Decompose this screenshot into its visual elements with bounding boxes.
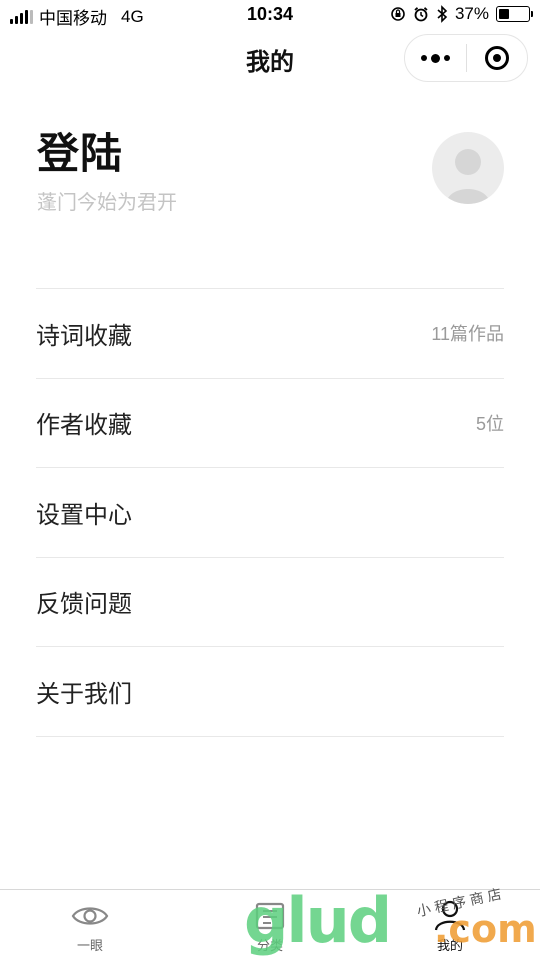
tab-mine[interactable]: 我的: [360, 890, 540, 960]
avatar[interactable]: [432, 132, 504, 204]
menu-item-label: 关于我们: [36, 680, 132, 708]
more-dot: [444, 55, 450, 61]
status-bar: 中国移动 4G 10:34 37%: [0, 0, 540, 30]
tab-label: 分类: [256, 938, 283, 953]
menu-item-about[interactable]: 关于我们: [36, 647, 504, 737]
tab-label: 一眼: [76, 938, 103, 953]
person-icon: [434, 900, 466, 931]
more-button[interactable]: [405, 35, 466, 81]
menu-item-poem-favorites[interactable]: 诗词收藏 11篇作品: [36, 289, 504, 379]
menu-list: 诗词收藏 11篇作品 作者收藏 5位 设置中心 反馈问题 关于我们: [36, 288, 504, 737]
battery-fill: [499, 9, 510, 19]
menu-item-author-favorites[interactable]: 作者收藏 5位: [36, 379, 504, 468]
more-dot: [431, 53, 440, 63]
tab-glance[interactable]: 一眼: [0, 890, 180, 960]
status-right: 37%: [390, 4, 533, 24]
bluetooth-icon: [437, 5, 448, 23]
tab-bar: 一眼 分类 我的: [0, 889, 540, 960]
menu-item-feedback[interactable]: 反馈问题: [36, 558, 504, 647]
menu-item-label: 设置中心: [36, 501, 132, 529]
tab-category[interactable]: 分类: [180, 890, 360, 960]
login-link[interactable]: 登陆: [37, 120, 123, 181]
close-circle-icon: [484, 46, 509, 70]
profile-subtitle: 蓬门今始为君开: [37, 192, 177, 214]
battery-percent: 37%: [454, 4, 489, 23]
menu-item-label: 诗词收藏: [36, 322, 132, 350]
menu-item-label: 作者收藏: [36, 412, 132, 440]
close-button[interactable]: [467, 35, 527, 81]
eye-icon: [71, 907, 109, 925]
more-dot: [421, 55, 427, 61]
category-icon: [255, 902, 285, 930]
default-avatar-icon: [446, 149, 490, 204]
miniprogram-capsule: [404, 34, 528, 82]
battery-icon: [496, 6, 533, 22]
tab-label: 我的: [436, 938, 463, 953]
orientation-lock-icon: [391, 7, 405, 21]
alarm-icon: [414, 7, 428, 22]
menu-item-value: 5位: [475, 413, 504, 434]
menu-item-settings[interactable]: 设置中心: [36, 468, 504, 558]
menu-item-label: 反馈问题: [36, 591, 132, 619]
menu-item-value: 11篇作品: [431, 324, 504, 345]
